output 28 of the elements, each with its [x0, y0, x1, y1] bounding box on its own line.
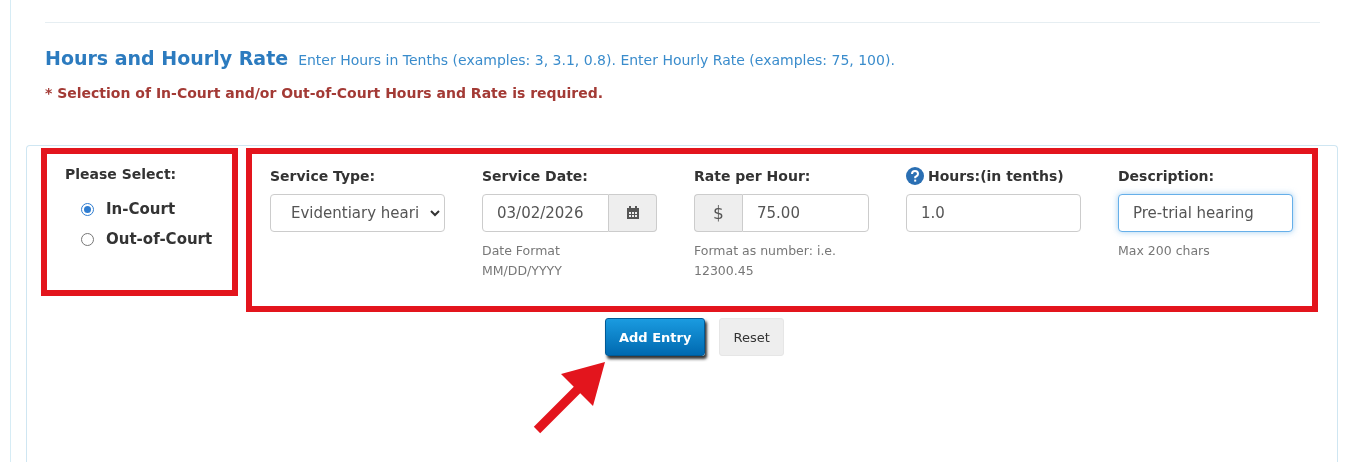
- service-type-dropdown[interactable]: Evidentiary heari: [270, 194, 445, 232]
- help-text: Max 200 chars: [1118, 242, 1211, 260]
- rate-field[interactable]: 75.00: [742, 194, 869, 232]
- reset-button[interactable]: Reset: [719, 318, 784, 356]
- field-label: Please Select:: [65, 166, 178, 182]
- instructions-text: Enter Hours in Tenths (examples: 3, 3.1, 0.8). Enter Hourly Rate (examples: 75, 100).: [298, 52, 895, 68]
- section-title: Hours and Hourly Rate: [45, 47, 289, 69]
- currency-prefix: $: [694, 194, 742, 232]
- field-label: Rate per Hour:: [694, 168, 811, 184]
- caret-icon: [430, 209, 440, 217]
- text-field[interactable]: 1.0: [906, 194, 1081, 232]
- field-label: Service Date:: [482, 168, 588, 184]
- calendar-icon: [625, 206, 640, 220]
- field-label: Service Type:: [270, 168, 376, 184]
- radio-button[interactable]: [81, 202, 94, 216]
- required-note: * Selection of In-Court and/or Out-of-Court Hours and Rate is required.: [45, 85, 605, 101]
- date-field[interactable]: 03/02/2026: [482, 194, 609, 232]
- text-field[interactable]: Pre-trial hearing: [1118, 194, 1293, 232]
- help-text: Format as number: i.e. 12300.45: [694, 242, 838, 280]
- help-icon[interactable]: [906, 167, 924, 185]
- radio-button[interactable]: [81, 232, 94, 246]
- add-entry-button[interactable]: Add Entry: [605, 318, 706, 356]
- radio-option[interactable]: Out-of-Court: [81, 230, 232, 248]
- field-label: Hours:(in tenths): [928, 168, 1064, 184]
- calendar-button[interactable]: [609, 194, 657, 232]
- radio-option[interactable]: In-Court: [81, 200, 232, 218]
- help-text: Date Format MM/DD/YYYY: [482, 242, 563, 280]
- field-label: Description:: [1118, 168, 1215, 184]
